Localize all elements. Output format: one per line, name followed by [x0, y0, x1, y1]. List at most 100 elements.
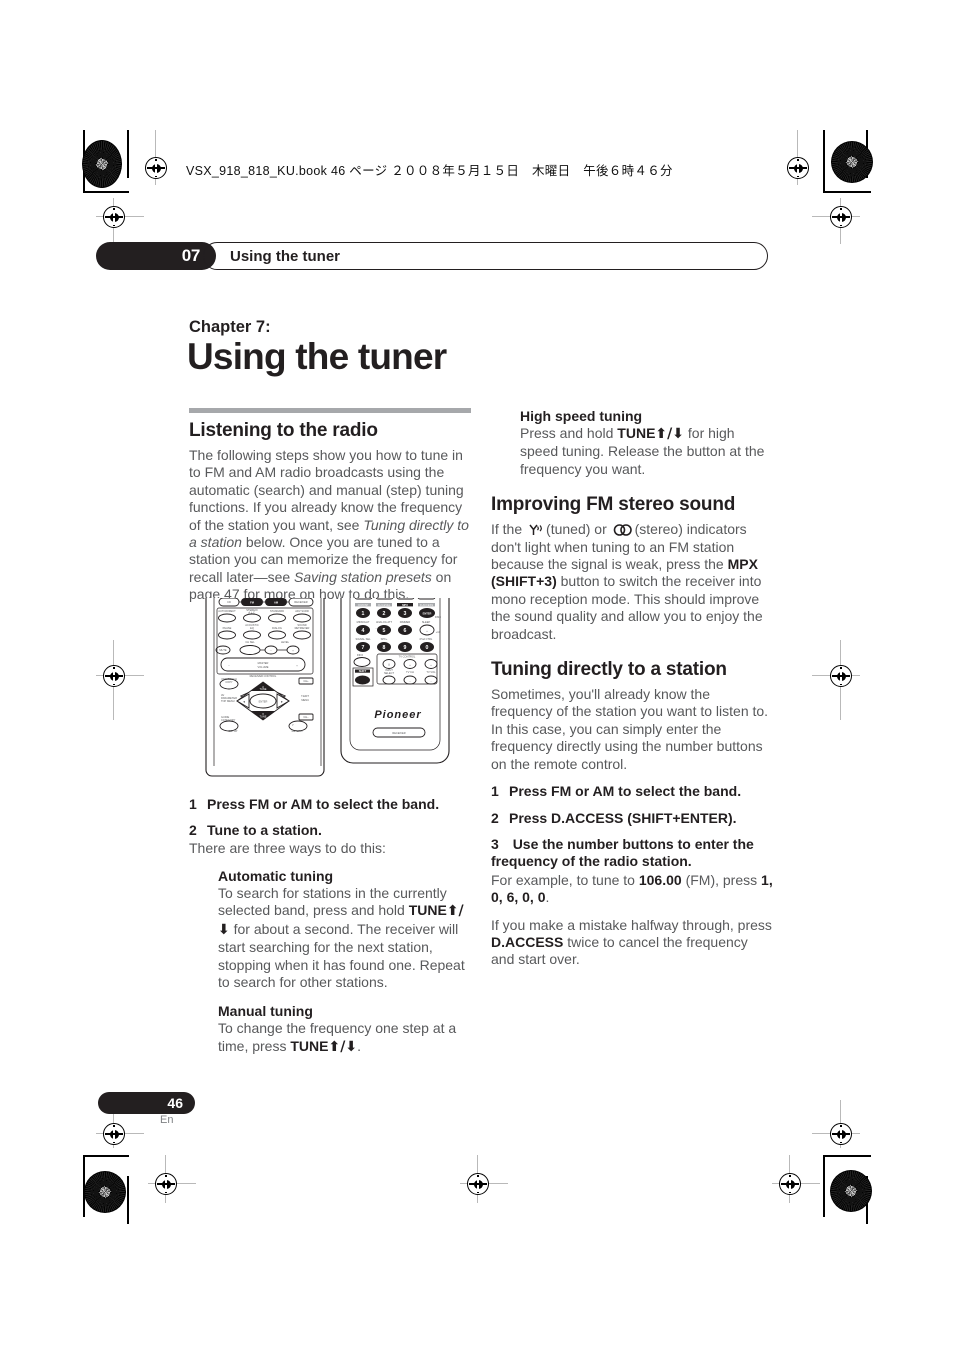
svg-text:6: 6 [404, 628, 407, 634]
svg-text:⏻: ⏻ [388, 664, 390, 667]
tune-up-down-arrows-icon: ⬆/⬇ [328, 1038, 358, 1055]
ex-text-c: . [545, 889, 550, 906]
direct-mistake-text: If you make a mistake halfway through, p… [491, 917, 773, 969]
registration-mark-top-4 [830, 206, 852, 228]
step-text: Tune to a station. [207, 822, 322, 839]
svg-text:MIDNIGHT: MIDNIGHT [357, 620, 370, 624]
svg-text:ADV SURR: ADV SURR [295, 609, 309, 613]
svg-text:AM: AM [274, 600, 278, 604]
registration-mark-bottom-center [467, 1173, 489, 1195]
registration-mark-top-3 [787, 157, 809, 179]
remote-control-illustration: .bd{fill:#fff;stroke:#231f20;stroke-widt… [205, 589, 455, 778]
step-number: 2 [189, 822, 197, 839]
running-header: 07 Using the tuner [96, 242, 768, 270]
svg-text:7: 7 [362, 645, 365, 651]
automatic-tuning-block: Automatic tuning To search for stations … [218, 868, 471, 1056]
registration-mark-bottom-4 [779, 1173, 801, 1195]
remote-brand-wordmark: Pioneer [374, 709, 421, 721]
svg-text:ENTER: ENTER [259, 700, 268, 704]
svg-text:+10: +10 [436, 630, 441, 634]
step-left-1: 1 Press FM or AM to select the band. [189, 796, 471, 813]
svg-text:9: 9 [404, 645, 407, 651]
step-text: Press FM or AM to select the band. [207, 795, 440, 812]
rosette-top-left [82, 140, 122, 188]
svg-text:DISC: DISC [435, 615, 441, 619]
running-header-title: Using the tuner [203, 242, 768, 270]
direct-example-text: For example, to tune to 106.00 (FM), pre… [491, 872, 773, 907]
svg-text:ST: ST [241, 694, 245, 698]
remote-master-volume: – MASTER VOLUME + [220, 657, 306, 672]
manual-tuning-text: To change the frequency one step at a ti… [218, 1020, 471, 1056]
svg-text:AUTO/DIRECT: AUTO/DIRECT [218, 609, 236, 613]
mk-text-a: If you make a mistake halfway through, p… [491, 916, 772, 933]
svg-text:RECEIVER: RECEIVER [294, 600, 307, 604]
registration-mark-bottom-1 [103, 1123, 125, 1145]
svg-text:D.ACCESS: D.ACCESS [420, 603, 434, 607]
svg-text:0: 0 [426, 645, 429, 651]
section-heading-fm-stereo: Improving FM stereo sound [491, 494, 736, 516]
step-right-1: 1 Press FM or AM to select the band. [491, 783, 773, 800]
high-speed-tuning-text: Press and hold TUNE⬆/⬇ for high speed tu… [520, 425, 773, 478]
crop-mark-bottom-right-v [823, 1155, 825, 1217]
hs-tune-button-label: TUNE [617, 425, 656, 441]
svg-text:PHASE: PHASE [223, 626, 232, 630]
svg-text:DIALOG: DIALOG [272, 626, 282, 630]
step-text: Use the number buttons to enter the freq… [491, 835, 754, 870]
svg-text:ST: ST [281, 694, 285, 698]
svg-text:MENU: MENU [301, 698, 309, 702]
subheading-automatic-tuning: Automatic tuning [218, 867, 334, 884]
stereo-icon [613, 524, 632, 537]
svg-text:5: 5 [383, 628, 386, 634]
svg-text:SHIFT: SHIFT [359, 669, 367, 673]
tuned-label: (tuned) [546, 521, 591, 538]
svg-text:TOP MENU: TOP MENU [221, 699, 235, 703]
svg-text:8: 8 [383, 645, 386, 651]
rosette-bottom-right [830, 1170, 872, 1212]
right-column: High speed tuning Press and hold TUNE⬆/⬇… [491, 408, 773, 979]
remote-mode-label: RECEIVER [392, 731, 405, 735]
print-file-header: VSX_918_818_KU.book 46 ページ ２００８年５月１５日 木曜… [186, 164, 673, 178]
svg-text:SELECT: SELECT [384, 671, 395, 675]
svg-text:TV CH: TV CH [406, 670, 414, 674]
svg-text:CH LEVEL: CH LEVEL [378, 603, 391, 607]
manual-text-b: . [357, 1037, 361, 1054]
step-left-2: 2 Tune to a station. [189, 822, 471, 839]
page-title: Using the tuner [187, 336, 447, 377]
registration-mark-bottom-3 [155, 1173, 177, 1195]
svg-text:SETUP: SETUP [229, 729, 238, 733]
manual-tune-button-label: TUNE [290, 1037, 329, 1054]
registration-mark-top-2 [103, 206, 125, 228]
svg-text:T.EDIT: T.EDIT [301, 694, 309, 698]
auto-tune-button-label: TUNE [408, 902, 447, 919]
tuned-antenna-icon [529, 524, 542, 536]
svg-text:▲: ▲ [262, 686, 265, 689]
page-number-badge: 46 [98, 1092, 195, 1114]
svg-text:2: 2 [383, 611, 386, 617]
step-number: 1 [491, 783, 499, 800]
svg-text:EQ: EQ [250, 626, 254, 630]
crop-mark-bottom-left-h [83, 1155, 129, 1157]
crop-mark-bottom-right-h [823, 1155, 871, 1157]
rosette-top-right [831, 141, 873, 183]
svg-text:STANDARD: STANDARD [270, 609, 284, 613]
svg-text:RETURN: RETURN [292, 729, 303, 733]
subheading-high-speed-tuning: High speed tuning [520, 408, 643, 424]
svg-text:ANALOG ATT: ANALOG ATT [376, 620, 393, 624]
page-language-code: En [160, 1114, 174, 1126]
after-step2-text: There are three ways to do this: [189, 840, 386, 857]
tuning-directly-intro: Sometimes, you'll already know the frequ… [491, 686, 769, 772]
svg-text:CH–: CH– [303, 715, 309, 719]
step-text: Press D.ACCESS (SHIFT+ENTER). [509, 809, 737, 826]
svg-text:▼: ▼ [262, 713, 265, 716]
svg-text:SPK+: SPK+ [381, 637, 388, 641]
svg-text:VOLUME: VOLUME [258, 665, 269, 669]
registration-mark-mid-left [103, 665, 125, 687]
svg-text:LEVEL: LEVEL [281, 640, 290, 644]
step-number: 3 [491, 835, 499, 852]
svg-text:RETRIEVER: RETRIEVER [295, 626, 310, 630]
svg-text:1: 1 [362, 611, 365, 617]
crop-mark-top-right-v [823, 130, 825, 192]
crop-mark-bottom-left-v [127, 1176, 129, 1224]
svg-text:iPod CTRL: iPod CTRL [420, 637, 433, 641]
svg-text:DIMMER: DIMMER [400, 620, 411, 624]
